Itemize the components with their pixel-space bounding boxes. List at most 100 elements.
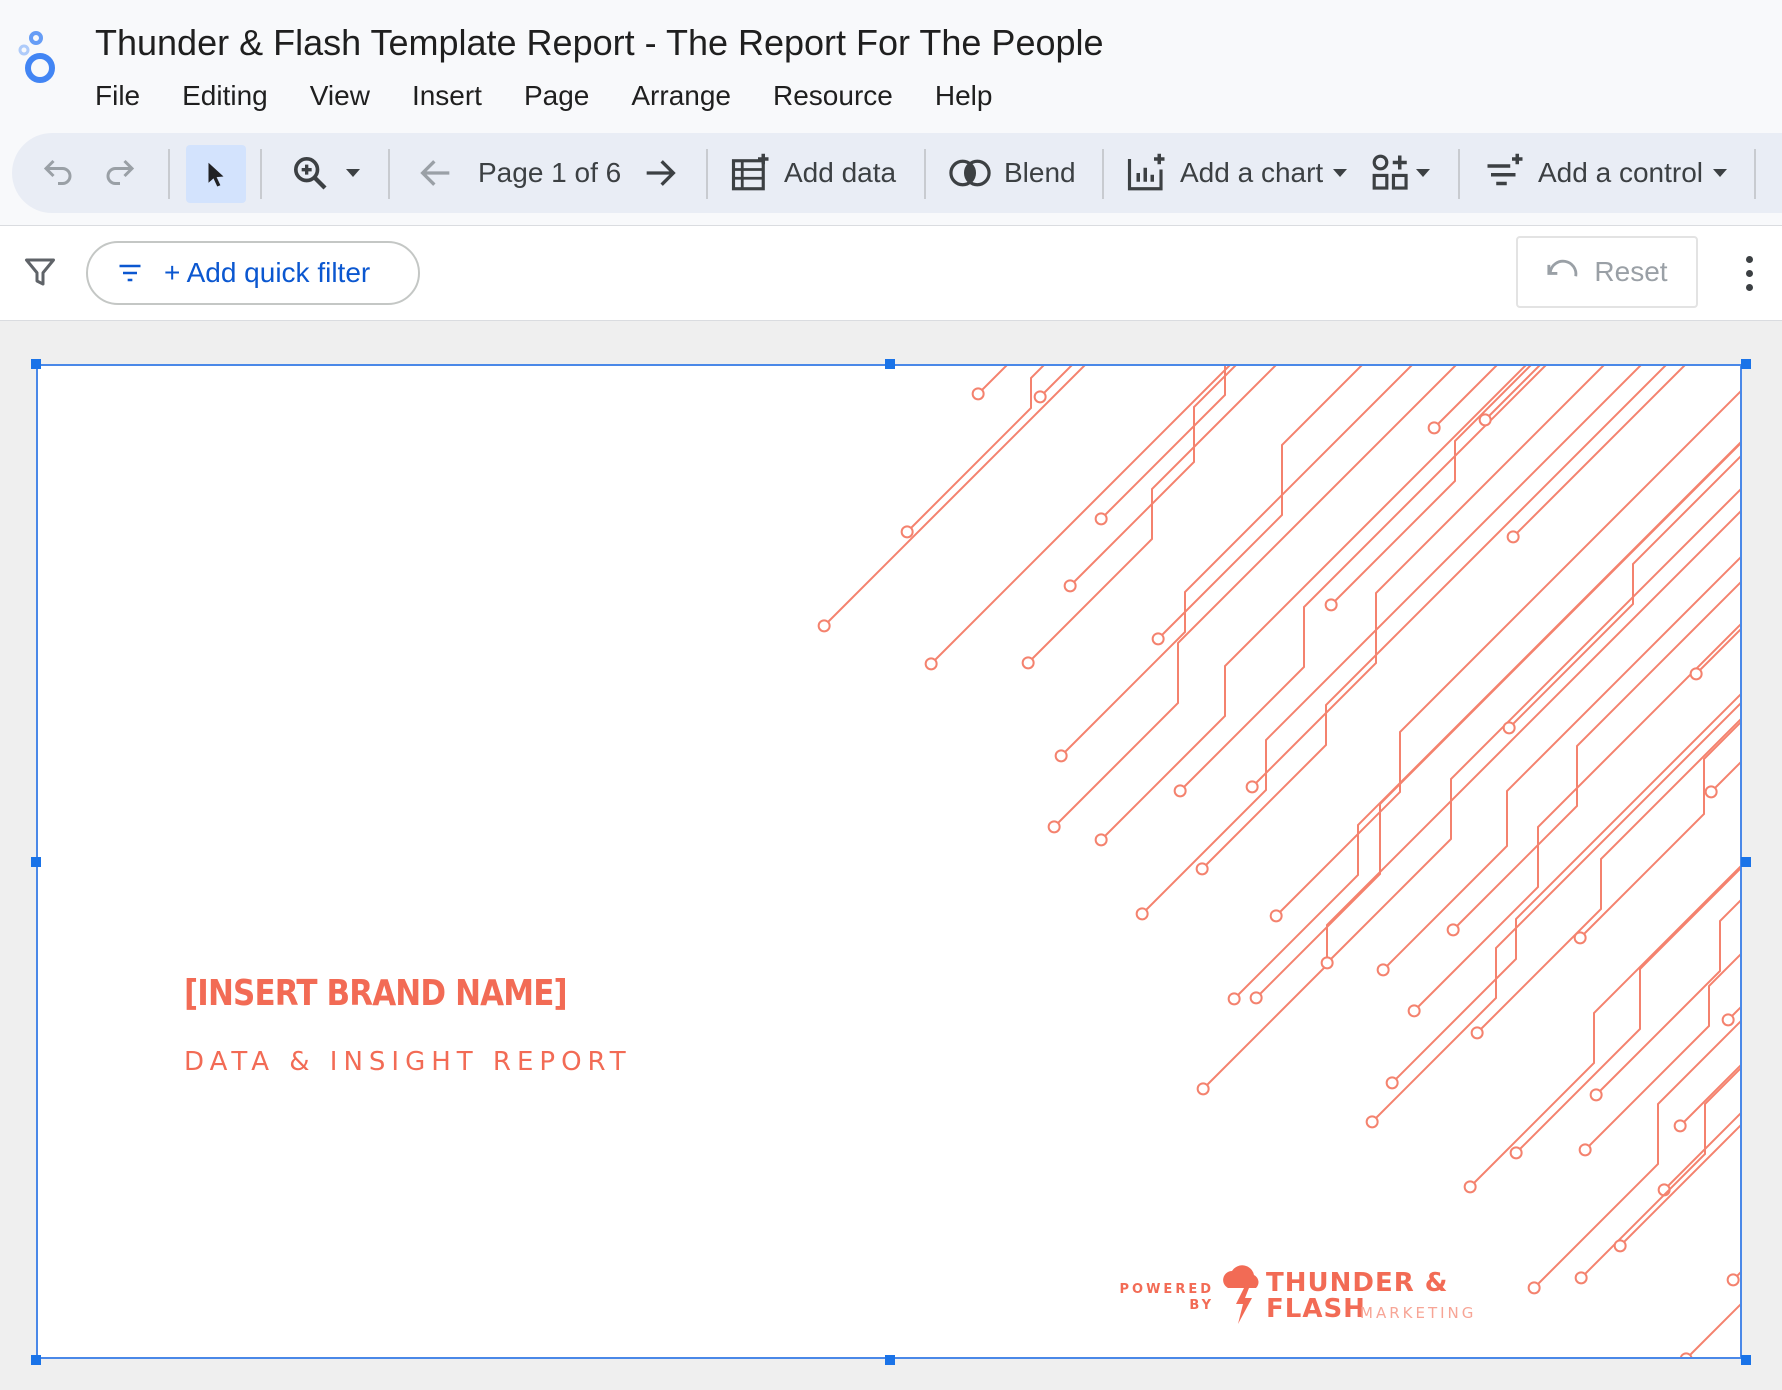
- powered-by-line2: BY: [1189, 1298, 1214, 1313]
- menu-bar: File Editing View Insert Page Arrange Re…: [95, 78, 1013, 114]
- looker-studio-logo-icon[interactable]: [14, 28, 64, 92]
- circuit-trace: [1589, 899, 1740, 1102]
- circuit-trace: [1365, 702, 1740, 1129]
- resize-handle[interactable]: [31, 1355, 41, 1365]
- circuit-trace: [1527, 1020, 1740, 1295]
- toolbar-divider: [1754, 149, 1756, 199]
- circuit-trace: [1135, 366, 1642, 921]
- add-quick-filter-button[interactable]: + Add quick filter: [86, 241, 420, 305]
- circuit-trace: [1385, 693, 1740, 1090]
- blend-button[interactable]: Blend: [948, 133, 1076, 213]
- add-control-label: Add a control: [1538, 157, 1703, 188]
- add-data-icon: [731, 153, 769, 191]
- brand-name-text[interactable]: [INSERT BRAND NAME]: [184, 973, 568, 1014]
- circuit-trace: [1227, 441, 1740, 1006]
- add-component-icon: [1372, 154, 1408, 190]
- resize-handle[interactable]: [31, 359, 41, 369]
- circuit-trace: [817, 366, 1086, 633]
- menu-insert[interactable]: Insert: [391, 78, 503, 114]
- circuit-trace: [1726, 1271, 1740, 1287]
- resize-handle[interactable]: [31, 857, 41, 867]
- add-chart-button[interactable]: Add a chart: [1126, 133, 1348, 213]
- undo-button[interactable]: [40, 133, 76, 213]
- report-title[interactable]: Thunder & Flash Template Report - The Re…: [95, 22, 1104, 64]
- select-tool-button[interactable]: [186, 145, 246, 203]
- page-indicator: Page 1 of 6: [478, 157, 622, 188]
- arrow-left-icon: [420, 160, 450, 186]
- toolbar-divider: [168, 149, 170, 199]
- reset-button[interactable]: Reset: [1516, 236, 1698, 308]
- more-options-icon[interactable]: [1734, 248, 1764, 298]
- blend-label: Blend: [1004, 157, 1076, 188]
- menu-help[interactable]: Help: [914, 78, 1014, 114]
- add-quick-filter-label: + Add quick filter: [164, 257, 371, 288]
- circuit-trace: [1679, 1303, 1740, 1357]
- resize-handle[interactable]: [1741, 857, 1751, 867]
- circuit-trace: [1320, 488, 1740, 970]
- previous-page-button[interactable]: [416, 133, 456, 213]
- add-chart-icon: [1127, 153, 1165, 191]
- blend-icon: [949, 159, 991, 187]
- logo-text-flash: FLASH: [1266, 1294, 1366, 1324]
- resize-handle[interactable]: [1741, 359, 1751, 369]
- chevron-down-icon: [1416, 169, 1430, 177]
- circuit-trace: [1657, 1112, 1740, 1197]
- circuit-trace: [1196, 510, 1740, 1096]
- add-data-button[interactable]: Add data: [730, 133, 896, 213]
- circuit-trace: [1033, 366, 1073, 404]
- menu-resource[interactable]: Resource: [752, 78, 914, 114]
- chevron-down-icon: [1333, 169, 1348, 177]
- toolbar-divider: [1458, 149, 1460, 199]
- resize-handle[interactable]: [885, 359, 895, 369]
- circuit-trace: [1195, 366, 1667, 876]
- toolbar-divider: [1102, 149, 1104, 199]
- zoom-button[interactable]: [290, 133, 360, 213]
- cursor-icon: [208, 162, 224, 187]
- circuit-trace: [1689, 628, 1740, 681]
- add-data-label: Add data: [784, 157, 897, 188]
- circuit-trace: [1502, 455, 1740, 735]
- add-chart-label: Add a chart: [1180, 157, 1324, 188]
- circuit-lines-graphic: [817, 366, 1740, 1357]
- circuit-trace: [1063, 366, 1237, 593]
- toolbar-divider: [260, 149, 262, 199]
- logo-text-marketing: MARKETING: [1360, 1304, 1477, 1322]
- menu-page[interactable]: Page: [503, 78, 610, 114]
- add-control-button[interactable]: Add a control: [1484, 133, 1727, 213]
- filter-list-icon: [119, 264, 141, 282]
- filter-icon[interactable]: [22, 254, 58, 295]
- report-subtitle-text[interactable]: DATA & INSIGHT REPORT: [184, 1047, 632, 1077]
- circuit-trace: [1573, 721, 1740, 945]
- powered-by-line1: POWERED: [1119, 1282, 1214, 1297]
- circuit-trace: [1407, 623, 1740, 1018]
- menu-view[interactable]: View: [289, 78, 391, 114]
- menu-file[interactable]: File: [95, 78, 161, 114]
- report-canvas-area: [INSERT BRAND NAME] DATA & INSIGHT REPOR…: [0, 322, 1782, 1390]
- circuit-trace: [1047, 366, 1457, 834]
- resize-handle[interactable]: [1741, 1355, 1751, 1365]
- zoom-in-icon: [294, 157, 327, 190]
- toolbar-divider: [924, 149, 926, 199]
- circuit-trace: [1094, 366, 1527, 847]
- redo-button[interactable]: [102, 133, 138, 213]
- reset-label: Reset: [1594, 256, 1668, 287]
- undo-icon: [43, 159, 72, 185]
- chevron-down-icon: [346, 169, 360, 177]
- redo-icon: [106, 159, 135, 185]
- next-page-button[interactable]: [640, 133, 680, 213]
- add-component-button[interactable]: [1370, 133, 1430, 213]
- thunder-cloud-icon: [1223, 1265, 1259, 1324]
- report-page[interactable]: [INSERT BRAND NAME] DATA & INSIGHT REPOR…: [36, 364, 1742, 1359]
- toolbar: Page 1 of 6 Add data Blend Add a chart A…: [12, 133, 1782, 213]
- filter-bar: + Add quick filter Reset: [0, 225, 1782, 321]
- circuit-trace: [1470, 718, 1740, 1040]
- thunder-flash-logo[interactable]: POWERED BY THUNDER & FLASH MARKETING: [1116, 1262, 1536, 1332]
- circuit-trace: [1054, 366, 1413, 763]
- add-control-icon: [1487, 153, 1523, 186]
- circuit-trace: [1021, 366, 1277, 670]
- resize-handle[interactable]: [885, 1355, 895, 1365]
- circuit-trace: [971, 366, 1008, 401]
- menu-editing[interactable]: Editing: [161, 78, 289, 114]
- toolbar-divider: [388, 149, 390, 199]
- menu-arrange[interactable]: Arrange: [610, 78, 752, 114]
